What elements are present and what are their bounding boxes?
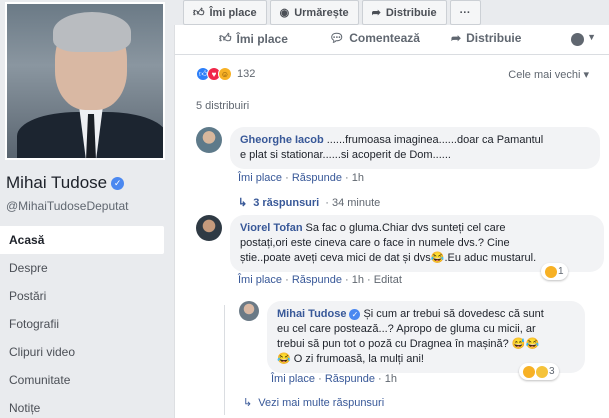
comment-reply-link[interactable]: Răspunde [325, 373, 375, 385]
left-column: Mihai Tudose ✓ @MihaiTudoseDeputat Acasă… [0, 0, 172, 418]
chevron-down-icon[interactable]: ▼ [587, 32, 596, 42]
globe-icon[interactable] [571, 33, 584, 46]
comment-author[interactable]: Gheorghe Iacob [240, 134, 324, 146]
comment-text: e plat si stationar......si acoperit de … [240, 149, 451, 161]
reply-arrow-icon: ↳ [238, 197, 248, 209]
comment: Viorel Tofan Sa fac o gluma.Chiar dvs sun… [196, 215, 604, 272]
reply-thread-line [224, 305, 225, 415]
nav-item-fotografii[interactable]: Fotografii [0, 310, 164, 338]
comment-like-link[interactable]: Îmi place [238, 172, 282, 184]
comment-author[interactable]: Mihai Tudose [277, 308, 346, 320]
profile-picture[interactable] [5, 2, 165, 160]
nav-item-notite[interactable]: Notițe [0, 394, 164, 418]
comment-text: trebui să pun tot o poză cu Dragnea în m… [277, 338, 540, 350]
comment-bubble: Gheorghe Iacob ......frumoasa imaginea...… [230, 127, 600, 169]
avatar[interactable] [196, 127, 222, 153]
comment-text: postați,ori este cineva care o face in n… [240, 237, 510, 249]
comment-meta: Îmi place · Răspunde · 1h [271, 373, 397, 385]
nav-item-despre[interactable]: Despre [0, 254, 164, 282]
nav-item-clipuri-video[interactable]: Clipuri video [0, 338, 164, 366]
comment-sort-dropdown[interactable]: Cele mai vechi ▾ [508, 68, 589, 81]
reply-arrow-icon: ↳ [243, 397, 253, 409]
comment-meta: Îmi place · Răspunde · 1h · Editat [238, 274, 402, 286]
comment-reply-link[interactable]: Răspunde [292, 172, 342, 184]
comment: Gheorghe Iacob ......frumoasa imaginea...… [196, 127, 600, 169]
post-card: 👍︎ Îmi place 💬︎ Comentează ➦ Distribuie … [174, 25, 609, 418]
nav-item-postari[interactable]: Postări [0, 282, 164, 310]
comment-author[interactable]: Viorel Tofan [240, 222, 303, 234]
post-share-button[interactable]: ➦ Distribuie [451, 31, 521, 45]
follow-page-button[interactable]: ◉ Urmărește [269, 0, 359, 25]
comment-like-link[interactable]: Îmi place [238, 274, 282, 286]
shares-count[interactable]: 5 distribuiri [196, 100, 249, 112]
haha-reaction-icon [523, 365, 535, 378]
reactions-count: 132 [237, 68, 256, 80]
comment-text: știe..poate aveți ceva mici de dat și dv… [240, 252, 537, 264]
more-options-button[interactable]: ··· [449, 0, 481, 25]
comment-time[interactable]: 1h [352, 172, 364, 184]
thumbs-up-icon: 👍︎ [193, 7, 205, 19]
page-name[interactable]: Mihai Tudose ✓ [6, 173, 125, 193]
comment-text: Sa fac o gluma.Chiar dvs sunteți cel car… [305, 222, 506, 234]
view-more-replies-link[interactable]: ↳ Vezi mai multe răspunsuri [243, 396, 384, 410]
comment-text: eu cel care postează...? Apropo de gluma… [277, 323, 536, 335]
comment-time[interactable]: 1h [352, 274, 364, 286]
comment-reactions-badge[interactable]: 3 [519, 363, 559, 380]
comment-reactions-badge[interactable]: 1 [541, 263, 568, 280]
haha-reaction-icon [545, 265, 557, 278]
verified-badge-icon: ✓ [349, 309, 361, 320]
nav-item-comunitate[interactable]: Comunitate [0, 366, 164, 394]
like-page-button[interactable]: 👍︎ Îmi place [183, 0, 267, 25]
avatar[interactable] [239, 301, 259, 321]
avatar[interactable] [196, 215, 222, 241]
comment-meta: Îmi place · Răspunde · 1h [238, 172, 364, 184]
haha-reaction-icon: ☺ [218, 67, 232, 81]
comment-reply-link[interactable]: Răspunde [292, 274, 342, 286]
comment-like-link[interactable]: Îmi place [271, 373, 315, 385]
share-arrow-icon: ➦ [451, 31, 462, 45]
post-actions-bar: 👍︎ Îmi place 💬︎ Comentează ➦ Distribuie … [175, 25, 609, 55]
verified-badge-icon: ✓ [111, 176, 125, 190]
comment-text: 😂 O zi frumoasă, la mulți ani! [277, 353, 424, 365]
thumbs-up-icon: 👍︎ [219, 31, 232, 45]
rss-icon: ◉ [279, 7, 290, 19]
comment-text: Și cum ar trebui să dovedesc că sunt [363, 308, 544, 320]
share-arrow-icon: ➦ [371, 7, 381, 19]
page-action-bar: 👍︎ Îmi place ◉ Urmărește ➦ Distribuie ··… [183, 0, 481, 25]
nav-item-acasa[interactable]: Acasă [0, 226, 164, 254]
reactions-summary[interactable]: 👍︎ ♥ ☺ 132 [196, 67, 255, 81]
page-handle[interactable]: @MihaiTudoseDeputat [6, 199, 128, 213]
comment-time[interactable]: 1h [385, 373, 397, 385]
edited-label[interactable]: Editat [374, 274, 402, 286]
comment-icon: 💬︎ [329, 31, 345, 45]
view-replies-link[interactable]: ↳ 3 răspunsuri · 34 minute [238, 196, 380, 210]
page-nav: Acasă Despre Postări Fotografii Clipuri … [0, 226, 164, 418]
post-comment-button[interactable]: 💬︎ Comentează [329, 31, 420, 45]
comment-text: ......frumoasa imaginea......doar ca Pam… [326, 134, 544, 146]
share-page-button[interactable]: ➦ Distribuie [361, 0, 447, 25]
post-like-button[interactable]: 👍︎ Îmi place [219, 31, 288, 46]
wow-reaction-icon [536, 365, 548, 378]
